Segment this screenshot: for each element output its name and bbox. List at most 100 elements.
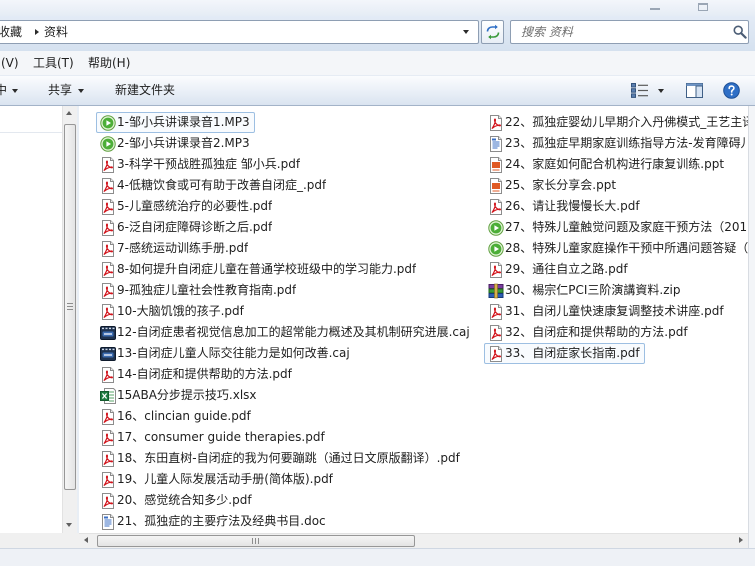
maximize-icon[interactable] xyxy=(698,3,708,11)
powerpoint-file-icon xyxy=(488,156,504,173)
arrow-left-icon xyxy=(84,537,88,543)
address-history-chevron-down-icon[interactable] xyxy=(463,30,469,34)
file-item[interactable]: 9-孤独症儿童社会性教育指南.pdf xyxy=(96,280,301,301)
scroll-right-button[interactable] xyxy=(733,534,748,548)
file-item[interactable]: 17、consumer guide therapies.pdf xyxy=(96,427,330,448)
pdf-file-icon xyxy=(100,177,116,194)
file-name: 29、通往自立之路.pdf xyxy=(505,262,628,276)
caj-file-icon xyxy=(100,346,116,362)
file-item[interactable]: 27、特殊儿童触觉问题及家庭干预方法（2015. xyxy=(484,217,748,238)
pdf-file-icon xyxy=(100,261,116,278)
file-name: 13-自闭症儿童人际交往能力是如何改善.caj xyxy=(117,346,350,360)
file-item[interactable]: 15ABA分步提示技巧.xlsx xyxy=(96,385,262,406)
file-item[interactable]: 28、特殊儿童家庭操作干预中所遇问题答疑（2 xyxy=(484,238,748,259)
breadcrumb-separator-icon[interactable] xyxy=(35,29,39,35)
arrow-up-icon xyxy=(66,111,72,115)
file-item[interactable]: 3-科学干预战胜孤独症 邹小兵.pdf xyxy=(96,154,305,175)
file-item[interactable]: 29、通往自立之路.pdf xyxy=(484,259,633,280)
file-item[interactable]: 30、楊宗仁PCI三阶演講資料.zip xyxy=(484,280,686,301)
horizontal-scrollbar[interactable] xyxy=(79,533,748,548)
help-icon[interactable] xyxy=(723,82,740,99)
grip-line xyxy=(255,538,256,544)
pdf-file-icon xyxy=(488,345,504,362)
chevron-down-icon[interactable] xyxy=(78,89,84,93)
grip-line xyxy=(67,306,73,307)
word-file-icon xyxy=(100,513,116,530)
scroll-thumb[interactable] xyxy=(64,124,76,490)
file-item[interactable]: 13-自闭症儿童人际交往能力是如何改善.caj xyxy=(96,343,355,364)
file-name: 23、孤独症早期家庭训练指导方法-发育障碍儿 xyxy=(505,136,748,150)
file-item[interactable]: 7-感统运动训练手册.pdf xyxy=(96,238,253,259)
pdf-file-icon xyxy=(488,303,504,320)
file-list[interactable]: 1-邹小兵讲课录音1.MP3 2-邹小兵讲课录音2.MP3 3-科学干预战胜孤独症 … xyxy=(79,106,748,533)
share-button[interactable]: 共享 xyxy=(48,76,72,105)
pdf-file-icon xyxy=(100,450,116,467)
file-name: 14-自闭症和提供帮助的方法.pdf xyxy=(117,367,292,381)
menu-help[interactable]: 帮助(H) xyxy=(88,51,130,75)
file-item[interactable]: 6-泛自闭症障碍诊断之后.pdf xyxy=(96,217,277,238)
menu-tools[interactable]: 工具(T) xyxy=(33,51,74,75)
minimize-icon[interactable] xyxy=(650,8,660,10)
file-name: 32、自闭症和提供帮助的方法.pdf xyxy=(505,325,688,339)
file-item[interactable]: 1-邹小兵讲课录音1.MP3 xyxy=(96,112,255,133)
scroll-left-button[interactable] xyxy=(79,534,94,548)
file-item[interactable]: 32、自闭症和提供帮助的方法.pdf xyxy=(484,322,693,343)
pdf-file-icon xyxy=(100,219,116,236)
file-item[interactable]: 16、clincian guide.pdf xyxy=(96,406,256,427)
audio-file-icon xyxy=(488,219,504,236)
file-item[interactable]: 26、请让我慢慢长大.pdf xyxy=(484,196,645,217)
pdf-file-icon xyxy=(488,114,504,131)
file-item[interactable]: 8-如何提升自闭症儿童在普通学校班级中的学习能力.pdf xyxy=(96,259,421,280)
chevron-down-icon[interactable] xyxy=(12,89,18,93)
file-item[interactable]: 10-大脑饥饿的孩子.pdf xyxy=(96,301,249,322)
file-item[interactable]: 24、家庭如何配合机构进行康复训练.ppt xyxy=(484,154,729,175)
file-item[interactable]: 25、家长分享会.ppt xyxy=(484,175,621,196)
new-folder-button[interactable]: 新建文件夹 xyxy=(115,76,175,105)
file-name: 12-自闭症患者视觉信息加工的超常能力概述及其机制研究进展.caj xyxy=(117,325,470,339)
file-item[interactable]: 19、儿童人际发展活动手册(简体版).pdf xyxy=(96,469,338,490)
scroll-up-button[interactable] xyxy=(63,106,77,121)
file-item[interactable]: 23、孤独症早期家庭训练指导方法-发育障碍儿 xyxy=(484,133,748,154)
scroll-down-button[interactable] xyxy=(63,518,77,533)
file-item[interactable]: 33、自闭症家长指南.pdf xyxy=(484,343,645,364)
grip-line xyxy=(67,303,73,304)
file-item[interactable]: 14-自闭症和提供帮助的方法.pdf xyxy=(96,364,297,385)
search-box[interactable] xyxy=(510,20,749,44)
navigation-pane[interactable] xyxy=(0,106,62,533)
title-bar xyxy=(0,0,755,16)
breadcrumb-favorites[interactable]: 收藏 xyxy=(0,21,22,43)
breadcrumb-current-folder[interactable]: 资料 xyxy=(44,21,68,43)
navigation-selected-row[interactable] xyxy=(0,113,62,133)
pdf-file-icon xyxy=(100,492,116,509)
file-name: 9-孤独症儿童社会性教育指南.pdf xyxy=(117,283,297,297)
scroll-thumb[interactable] xyxy=(97,535,415,547)
file-name: 7-感统运动训练手册.pdf xyxy=(117,241,249,255)
file-item[interactable]: 5-儿童感统治疗的必要性.pdf xyxy=(96,196,277,217)
menu-view[interactable]: (V) xyxy=(1,51,19,75)
arrow-right-icon xyxy=(739,537,743,543)
preview-pane-icon[interactable] xyxy=(686,83,703,98)
search-icon[interactable] xyxy=(733,25,747,39)
file-item[interactable]: 18、东田直树-自闭症的我为何要蹦跳（通过日文原版翻译）.pdf xyxy=(96,448,465,469)
file-item[interactable]: 2-邹小兵讲课录音2.MP3 xyxy=(96,133,255,154)
refresh-button[interactable] xyxy=(481,20,504,44)
file-item[interactable]: 12-自闭症患者视觉信息加工的超常能力概述及其机制研究进展.caj xyxy=(96,322,475,343)
powerpoint-file-icon xyxy=(488,177,504,194)
address-bar[interactable]: 收藏 资料 xyxy=(0,20,479,44)
grip-line xyxy=(67,309,73,310)
file-name: 10-大脑饥饿的孩子.pdf xyxy=(117,304,244,318)
pdf-file-icon xyxy=(100,408,116,425)
view-chevron-down-icon[interactable] xyxy=(658,89,664,93)
audio-file-icon xyxy=(100,135,116,152)
navigation-vertical-scrollbar[interactable] xyxy=(62,106,77,533)
file-item[interactable]: 31、自闭儿童快速康复调整技术讲座.pdf xyxy=(484,301,729,322)
file-item[interactable]: 22、孤独症婴幼儿早期介入丹佛模式_王艺主译 xyxy=(484,112,748,133)
file-item[interactable]: 21、孤独症的主要疗法及经典书目.doc xyxy=(96,511,331,532)
view-options-icon[interactable] xyxy=(631,83,649,98)
pdf-file-icon xyxy=(100,366,116,383)
include-in-library-button[interactable]: 中 xyxy=(0,76,7,105)
file-item[interactable]: 20、感觉统合知多少.pdf xyxy=(96,490,257,511)
search-input[interactable] xyxy=(511,21,726,43)
file-item[interactable]: 4-低糖饮食或可有助于改善自闭症_.pdf xyxy=(96,175,331,196)
arrow-down-icon xyxy=(66,523,72,527)
